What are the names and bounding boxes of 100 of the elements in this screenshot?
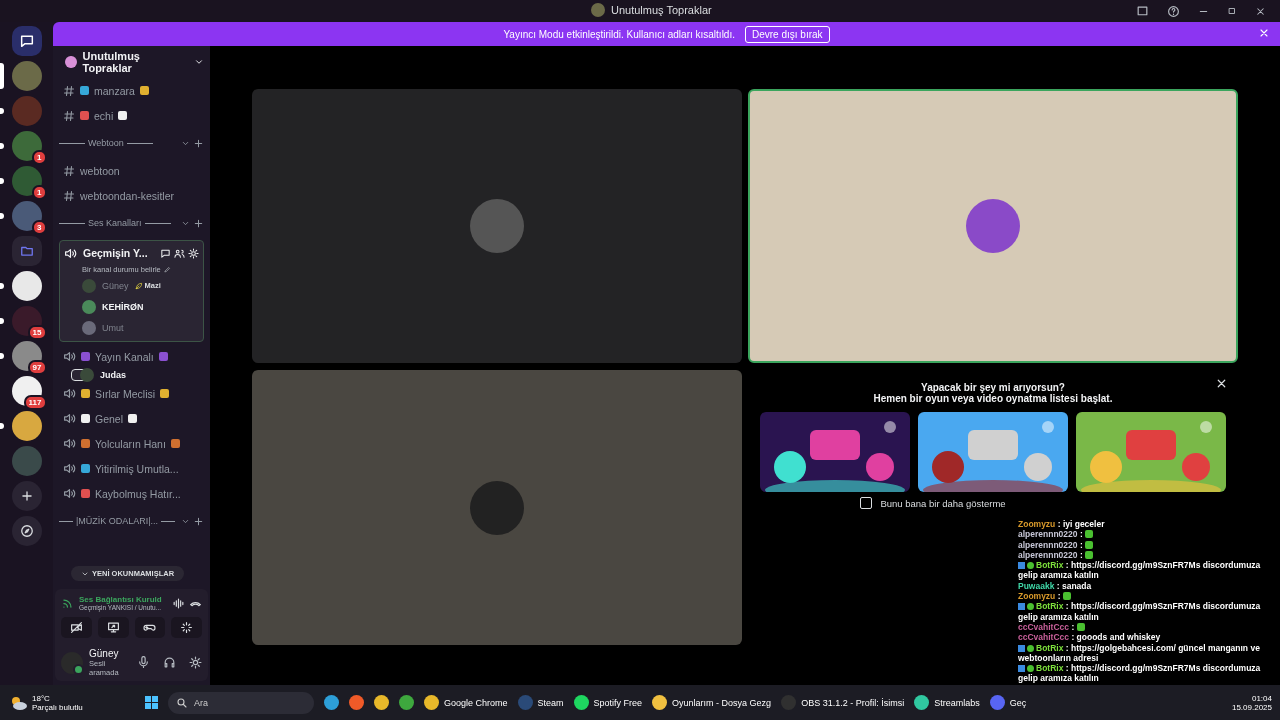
app-icon[interactable]: [399, 695, 414, 710]
server-folder[interactable]: [11, 236, 42, 266]
start-button[interactable]: [145, 696, 158, 709]
app-icon[interactable]: [349, 695, 364, 710]
video-tile[interactable]: [252, 370, 742, 645]
emoji-icon: [118, 111, 128, 120]
discover-button[interactable]: [11, 516, 42, 546]
add-server-button[interactable]: [11, 481, 42, 511]
taskbar-app[interactable]: OBS 31.1.2 - Profil: İsimsi: [781, 695, 905, 710]
emoji-icon: [128, 414, 138, 423]
server-name[interactable]: Unutulmuş Topraklar: [82, 50, 188, 74]
voice-channel[interactable]: Kaybolmuş Hatır...: [59, 481, 204, 506]
chat-message: BotRix : https://discord.gg/m9SznFR7Ms discordumuza gelip aramıza katılın: [1018, 560, 1262, 581]
unread-indicator: [0, 143, 4, 149]
voice-channel[interactable]: Genel: [59, 406, 204, 431]
category-label[interactable]: |MÜZİK ODALARI|...: [75, 516, 159, 526]
emoji-icon: [160, 389, 170, 398]
unread-indicator: [0, 423, 4, 429]
category-label[interactable]: Ses Kanalları: [88, 218, 142, 228]
activity-button[interactable]: [134, 617, 166, 638]
close-icon: [1258, 27, 1270, 39]
voice-member[interactable]: Umut: [102, 322, 124, 333]
unread-indicator: [0, 178, 4, 184]
avatar: [966, 199, 1020, 253]
speaker-icon: [63, 462, 76, 475]
text-channel[interactable]: echi: [59, 103, 204, 128]
voice-member[interactable]: Güney: [102, 280, 129, 291]
taskbar-app[interactable]: Geç: [989, 695, 1027, 710]
text-channel[interactable]: webtoondan-kesitler: [59, 183, 204, 208]
text-channel[interactable]: webtoon: [59, 158, 204, 183]
emoji-icon: [81, 352, 90, 361]
server-icon: [591, 3, 605, 17]
unread-indicator: [0, 283, 4, 289]
banner-text: Yayıncı Modu etkinleştirildi. Kullanıcı adları kısaltıldı.: [503, 28, 735, 40]
video-tile[interactable]: [748, 89, 1238, 363]
plus-icon: [19, 489, 34, 503]
chat-message: alperennn0220 :: [1018, 539, 1276, 550]
avatar: [82, 278, 96, 293]
emoji-icon: [170, 439, 180, 448]
connection-status: Ses Bağlantısı Kuruld: [79, 595, 162, 604]
camera-off-icon: [69, 621, 83, 634]
voice-channel[interactable]: Yolcuların Hanı: [59, 431, 204, 456]
unread-indicator: [0, 353, 4, 359]
speaker-icon: [64, 246, 77, 260]
category-label[interactable]: Webtoon: [88, 138, 124, 148]
app-icon[interactable]: [324, 695, 339, 710]
chat-icon: [160, 247, 171, 259]
voice-channel[interactable]: Yitirilmiş Umutla...: [59, 456, 204, 481]
camera-button[interactable]: [61, 617, 92, 638]
taskbar-app[interactable]: Steam: [517, 695, 564, 710]
chat-message: BotRix : https://golgebahcesi.com/ güncel manganın ve webtoonların adresi: [1018, 642, 1261, 664]
search-field[interactable]: Ara: [168, 691, 314, 714]
plus-icon: [193, 217, 204, 229]
activity-subtitle: Hemen bir oyun veya video oynatma listesi başlat.: [873, 393, 1113, 404]
unread-indicator: [0, 318, 4, 324]
disable-button[interactable]: Devre dışı bırak: [745, 25, 830, 43]
close-icon: [1255, 5, 1266, 17]
waveform-icon: [172, 596, 185, 610]
chat-message: Zoomyzu : iyi geceler: [1018, 519, 1106, 530]
clock-time: 01:04: [1250, 693, 1272, 703]
avatar: [470, 199, 524, 253]
leaf-icon: [134, 281, 143, 290]
chevron-icon: [194, 57, 204, 67]
chat-icon: [18, 33, 35, 49]
screen-share-button[interactable]: [97, 617, 129, 638]
mention-badge: 3: [32, 220, 47, 235]
app-icon[interactable]: [374, 695, 389, 710]
weather-label: Parçalı bulutlu: [32, 702, 83, 712]
headphones-icon: [163, 656, 176, 669]
mention-badge: 1: [32, 150, 47, 165]
temperature: 18°C: [32, 693, 51, 703]
taskbar-app[interactable]: Google Chrome: [424, 695, 508, 710]
voice-member[interactable]: KEHİRØN: [102, 301, 144, 312]
taskbar-app[interactable]: Streamlabs: [914, 695, 980, 710]
video-tile[interactable]: [252, 89, 742, 363]
voice-channel[interactable]: Yayın Kanalı: [59, 344, 204, 369]
chat-message: ccCvahitCcc : gooods and whiskey: [1018, 632, 1162, 643]
text-channel[interactable]: manzara: [59, 78, 204, 103]
chat-message: Zoomyzu :: [1018, 591, 1276, 602]
server-icon[interactable]: [11, 411, 42, 441]
speaker-icon: [63, 437, 76, 450]
taskbar-app[interactable]: Spotify Free: [573, 695, 643, 710]
home-button[interactable]: [11, 26, 42, 56]
voice-channel[interactable]: Geçmişin Y...: [83, 247, 148, 259]
user-name: Güney: [89, 648, 120, 659]
user-avatar[interactable]: [61, 651, 83, 674]
avatar: [470, 480, 524, 535]
soundboard-button[interactable]: [171, 617, 202, 638]
speaker-icon: [63, 487, 76, 500]
unread-indicator: [0, 108, 4, 114]
taskbar-app[interactable]: Oyunlarım - Dosya Gezg: [652, 695, 772, 710]
checkbox-label: Bunu bana bir daha gösterme: [880, 497, 1006, 509]
settings-icon: [188, 247, 199, 259]
checkbox[interactable]: [860, 497, 873, 509]
microphone-icon: [137, 656, 150, 669]
voice-channel[interactable]: Sırlar Meclisi: [59, 381, 204, 406]
voice-member[interactable]: Judas: [100, 370, 126, 380]
people-icon: [174, 247, 185, 259]
plus-icon: [193, 137, 204, 149]
server-icon[interactable]: [11, 271, 42, 301]
